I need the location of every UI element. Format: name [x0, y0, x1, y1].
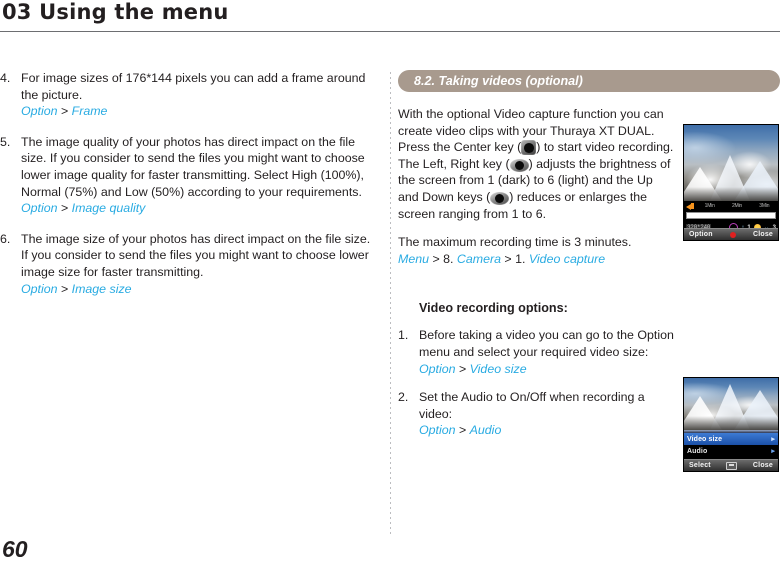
list-item-body: The image quality of your photos has dir… [21, 134, 380, 217]
viewfinder-mountain-scene [684, 125, 778, 201]
menu-item-label: Video size [687, 435, 723, 443]
menu-path-menu: Menu [398, 251, 429, 266]
list-item-body: The image size of your photos has direct… [21, 231, 380, 297]
menu-item-audio[interactable]: Audio ▸ [684, 445, 778, 457]
left-column: 4. For image sizes of 176*144 pixels you… [0, 70, 380, 309]
softkey-bar: Option Close [684, 228, 778, 240]
video-recording-overlay: 1Min 2Min 3Min 320*240 ↕ 1 ↔ 3 Option Cl… [684, 201, 778, 240]
menu-path-separator: > [57, 281, 72, 296]
menu-path-separator-1: > [429, 251, 444, 266]
menu-path: Option > Audio [419, 423, 501, 437]
section-title-bar: 8.2. Taking videos (optional) [398, 70, 780, 92]
softkey-bar: Select Close [684, 459, 778, 471]
list-item-body: Before taking a video you can go to the … [419, 327, 675, 377]
chapter-title: 03 Using the menu [2, 0, 229, 24]
left-right-key-icon [509, 158, 529, 172]
list-item-body: Set the Audio to On/Off when recording a… [419, 389, 675, 439]
menu-path-first: Option [419, 361, 456, 376]
list-item: 2. Set the Audio to On/Off when recordin… [398, 389, 675, 439]
list-item: 6. The image size of your photos has dir… [0, 231, 380, 297]
menu-path-second: Frame [71, 104, 108, 119]
menu-path: Option > Image quality [21, 201, 145, 215]
menu-path-first: Option [419, 423, 456, 438]
list-item-text: The image quality of your photos has dir… [21, 134, 365, 199]
chevron-right-icon: ▸ [771, 448, 775, 455]
softkey-left-option[interactable]: Option [689, 231, 713, 238]
up-down-key-icon [490, 191, 510, 205]
center-key-icon[interactable] [726, 461, 738, 470]
menu-path-index-1: 1. [515, 251, 529, 266]
phone-screenshot-option-menu: Video size ▸ Audio ▸ Select Close [683, 377, 779, 472]
phone-screenshot-video-recording: 1Min 2Min 3Min 320*240 ↕ 1 ↔ 3 Option Cl… [683, 124, 779, 241]
softkey-left-select[interactable]: Select [689, 462, 711, 469]
menu-path-camera: Camera [456, 251, 501, 266]
menu-path: Option > Video size [419, 362, 527, 376]
max-recording-time-paragraph: The maximum recording time is 3 minutes.… [398, 234, 675, 267]
list-item-text: Before taking a video you can go to the … [419, 328, 674, 359]
viewfinder-mountain-scene [684, 378, 778, 430]
time-label-1min: 1Min [704, 203, 715, 209]
menu-path: Option > Image size [21, 282, 132, 296]
menu-path-second: Audio [469, 423, 502, 438]
list-item-text: The image size of your photos has direct… [21, 231, 371, 279]
page-header: 03 Using the menu [0, 0, 780, 34]
menu-path-separator: > [455, 361, 470, 376]
list-item-text: For image sizes of 176*144 pixels you ca… [21, 71, 366, 102]
list-item-number: 1. [398, 328, 409, 343]
menu-path-first: Option [21, 281, 58, 296]
time-label-3min: 3Min [759, 203, 770, 209]
max-recording-time-sentence: The maximum recording time is 3 minutes. [398, 235, 632, 250]
list-item-number: 4. [0, 71, 11, 85]
recording-time-labels: 1Min 2Min 3Min [696, 203, 778, 209]
video-intro-paragraph: With the optional Video capture function… [398, 106, 675, 222]
menu-path-index-8: 8. [443, 251, 457, 266]
page-number: 60 [2, 536, 28, 562]
menu-path-video-capture: Video capture [528, 251, 606, 266]
section-title-label: 8.2. Taking videos (optional) [414, 74, 583, 88]
recording-progress-bar [686, 212, 776, 219]
menu-path-separator: > [455, 423, 470, 438]
list-item-number: 2. [398, 390, 409, 405]
column-divider-dotted [390, 72, 391, 534]
list-item-body: For image sizes of 176*144 pixels you ca… [21, 70, 380, 120]
header-divider-rule [0, 31, 780, 32]
softkey-right-close[interactable]: Close [753, 231, 773, 238]
list-item-text: Set the Audio to On/Off when recording a… [419, 390, 645, 421]
list-item-number: 5. [0, 134, 11, 149]
list-item: 1. Before taking a video you can go to t… [398, 327, 675, 377]
menu-path-second: Video size [469, 361, 527, 376]
time-label-2min: 2Min [731, 203, 743, 209]
video-recording-options-heading: Video recording options: [419, 301, 568, 316]
menu-path-second: Image quality [71, 201, 146, 216]
menu-path-first: Option [21, 104, 58, 119]
list-item: 5. The image quality of your photos has … [0, 134, 380, 217]
menu-path: Menu > 8. Camera > 1. Video capture [398, 252, 605, 266]
menu-path-separator: > [57, 201, 72, 216]
option-menu-overlay: Video size ▸ Audio ▸ Select Close [684, 430, 778, 471]
center-key-icon [521, 140, 537, 156]
mountain-ridge-shadow [684, 187, 778, 201]
menu-path: Option > Frame [21, 104, 107, 118]
record-button-icon[interactable] [729, 231, 736, 238]
mountain-ridge-shadow [684, 416, 778, 430]
menu-path-second: Image size [71, 281, 132, 296]
chevron-right-icon: ▸ [771, 436, 775, 443]
softkey-right-close[interactable]: Close [753, 462, 773, 469]
menu-item-label: Audio [687, 447, 708, 455]
menu-path-separator: > [57, 104, 72, 119]
speaker-icon [686, 202, 696, 211]
menu-item-video-size[interactable]: Video size ▸ [684, 433, 778, 445]
recording-time-scale-row: 1Min 2Min 3Min [684, 201, 778, 211]
menu-path-first: Option [21, 201, 58, 216]
list-item: 4. For image sizes of 176*144 pixels you… [0, 70, 380, 120]
menu-path-separator-2: > [500, 251, 516, 266]
list-item-number: 6. [0, 231, 11, 246]
